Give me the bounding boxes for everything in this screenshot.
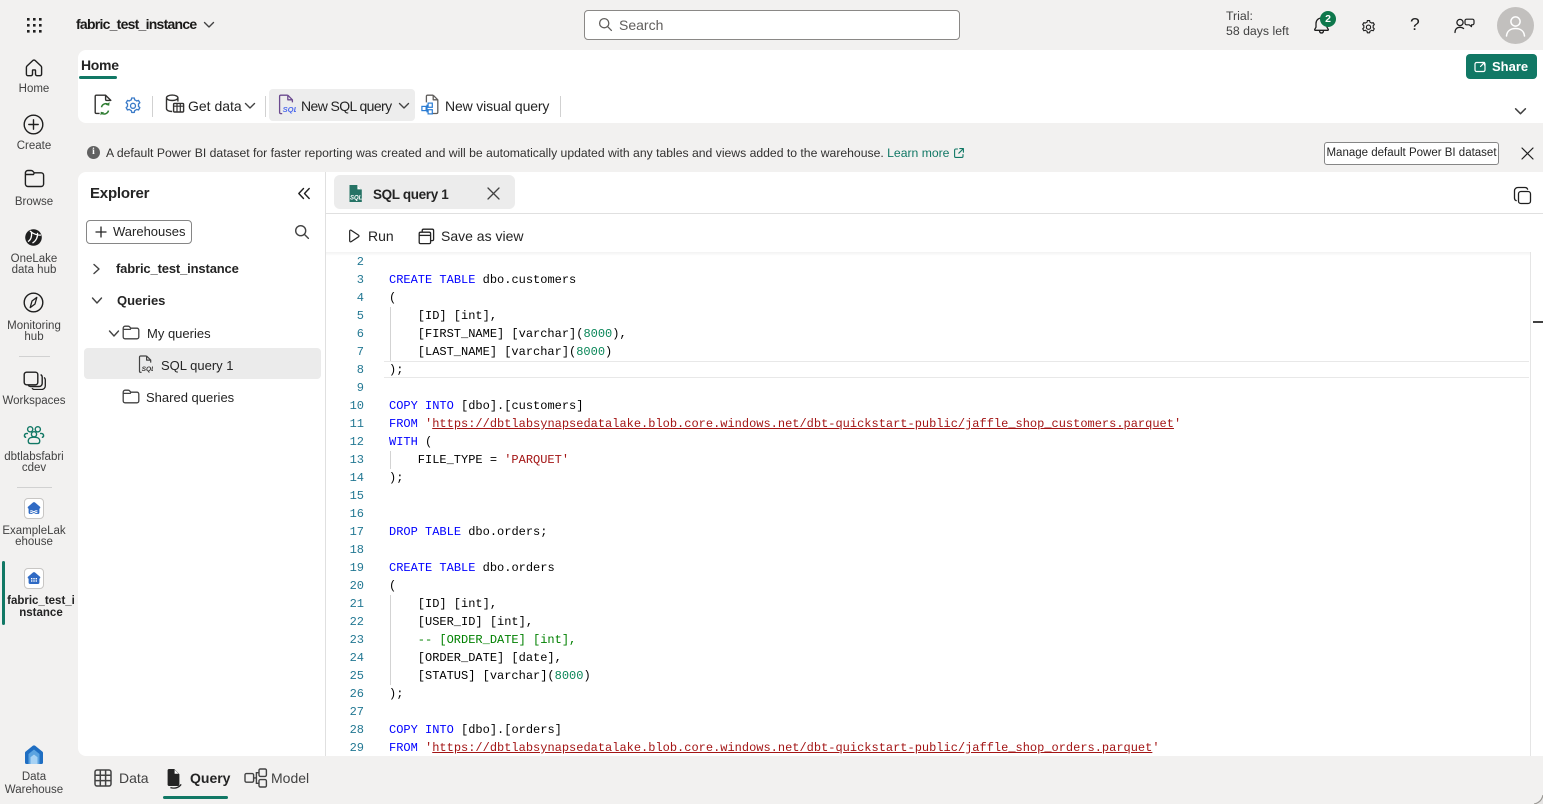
svg-text:SQL: SQL [142, 366, 153, 373]
svg-text:SQL: SQL [283, 105, 296, 114]
svg-text:SQL: SQL [350, 196, 363, 202]
